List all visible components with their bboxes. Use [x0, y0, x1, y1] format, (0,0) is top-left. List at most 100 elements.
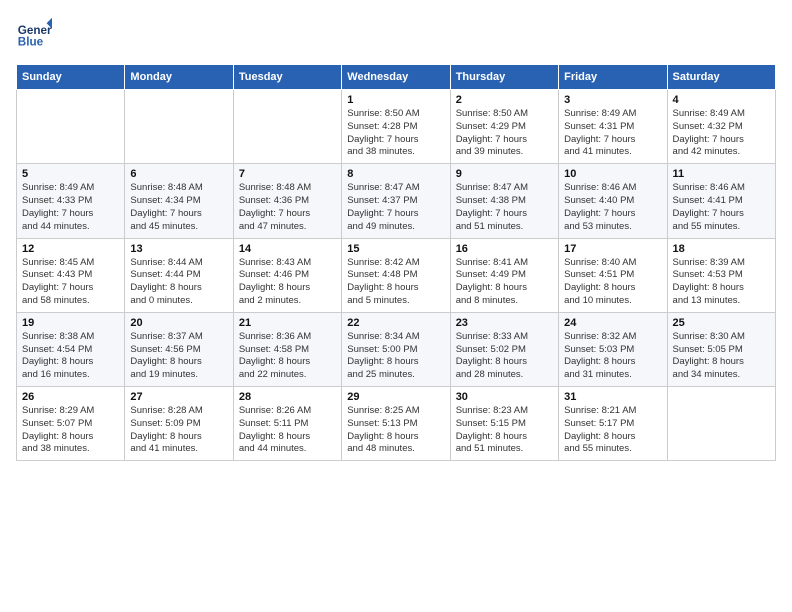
calendar-cell: 18 Sunrise: 8:39 AM Sunset: 4:53 PM Dayli… [667, 238, 775, 312]
day-number: 25 [673, 317, 770, 329]
calendar-cell: 21 Sunrise: 8:36 AM Sunset: 4:58 PM Dayli… [233, 312, 341, 386]
calendar-cell: 4Sunrise: 8:49 AM Sunset: 4:32 PM Daylig… [667, 90, 775, 164]
day-number: 23 [456, 317, 553, 329]
day-info: Sunrise: 8:36 AM Sunset: 4:58 PM Dayligh… [239, 331, 336, 382]
day-number: 3 [564, 94, 661, 106]
calendar-cell [667, 387, 775, 461]
week-row-2: 5 Sunrise: 8:49 AM Sunset: 4:33 PM Daylig… [17, 164, 776, 238]
calendar-cell: 17Sunrise: 8:40 AM Sunset: 4:51 PM Dayli… [559, 238, 667, 312]
calendar-cell: 31Sunrise: 8:21 AM Sunset: 5:17 PM Dayli… [559, 387, 667, 461]
calendar-cell: 28 Sunrise: 8:26 AM Sunset: 5:11 PM Dayli… [233, 387, 341, 461]
day-info: Sunrise: 8:44 AM Sunset: 4:44 PM Dayligh… [130, 257, 227, 308]
day-number: 12 [22, 243, 119, 255]
calendar-cell: 8 Sunrise: 8:47 AM Sunset: 4:37 PM Daylig… [342, 164, 450, 238]
day-info: Sunrise: 8:25 AM Sunset: 5:13 PM Dayligh… [347, 405, 444, 456]
day-info: Sunrise: 8:47 AM Sunset: 4:38 PM Dayligh… [456, 182, 553, 233]
weekday-header-row: SundayMondayTuesdayWednesdayThursdayFrid… [17, 65, 776, 90]
weekday-wednesday: Wednesday [342, 65, 450, 90]
weekday-saturday: Saturday [667, 65, 775, 90]
day-number: 5 [22, 168, 119, 180]
day-number: 9 [456, 168, 553, 180]
day-info: Sunrise: 8:46 AM Sunset: 4:41 PM Dayligh… [673, 182, 770, 233]
day-number: 10 [564, 168, 661, 180]
day-number: 28 [239, 391, 336, 403]
day-number: 2 [456, 94, 553, 106]
day-number: 21 [239, 317, 336, 329]
day-info: Sunrise: 8:48 AM Sunset: 4:36 PM Dayligh… [239, 182, 336, 233]
week-row-3: 12 Sunrise: 8:45 AM Sunset: 4:43 PM Dayli… [17, 238, 776, 312]
day-info: Sunrise: 8:37 AM Sunset: 4:56 PM Dayligh… [130, 331, 227, 382]
weekday-friday: Friday [559, 65, 667, 90]
calendar-cell: 30 Sunrise: 8:23 AM Sunset: 5:15 PM Dayli… [450, 387, 558, 461]
week-row-1: 1 Sunrise: 8:50 AM Sunset: 4:28 PM Daylig… [17, 90, 776, 164]
calendar-cell: 13 Sunrise: 8:44 AM Sunset: 4:44 PM Dayli… [125, 238, 233, 312]
day-info: Sunrise: 8:29 AM Sunset: 5:07 PM Dayligh… [22, 405, 119, 456]
day-info: Sunrise: 8:40 AM Sunset: 4:51 PM Dayligh… [564, 257, 661, 308]
day-number: 19 [22, 317, 119, 329]
day-info: Sunrise: 8:48 AM Sunset: 4:34 PM Dayligh… [130, 182, 227, 233]
day-number: 8 [347, 168, 444, 180]
weekday-tuesday: Tuesday [233, 65, 341, 90]
day-number: 11 [673, 168, 770, 180]
day-number: 18 [673, 243, 770, 255]
day-info: Sunrise: 8:47 AM Sunset: 4:37 PM Dayligh… [347, 182, 444, 233]
calendar-cell: 6 Sunrise: 8:48 AM Sunset: 4:34 PM Daylig… [125, 164, 233, 238]
calendar-cell: 22 Sunrise: 8:34 AM Sunset: 5:00 PM Dayli… [342, 312, 450, 386]
calendar-cell: 5 Sunrise: 8:49 AM Sunset: 4:33 PM Daylig… [17, 164, 125, 238]
calendar-table: SundayMondayTuesdayWednesdayThursdayFrid… [16, 64, 776, 461]
calendar-cell: 16Sunrise: 8:41 AM Sunset: 4:49 PM Dayli… [450, 238, 558, 312]
day-number: 15 [347, 243, 444, 255]
calendar-cell: 14 Sunrise: 8:43 AM Sunset: 4:46 PM Dayli… [233, 238, 341, 312]
day-info: Sunrise: 8:45 AM Sunset: 4:43 PM Dayligh… [22, 257, 119, 308]
logo: General Blue [16, 16, 56, 52]
svg-text:Blue: Blue [18, 36, 44, 49]
day-number: 29 [347, 391, 444, 403]
day-info: Sunrise: 8:32 AM Sunset: 5:03 PM Dayligh… [564, 331, 661, 382]
day-info: Sunrise: 8:30 AM Sunset: 5:05 PM Dayligh… [673, 331, 770, 382]
day-number: 13 [130, 243, 227, 255]
day-number: 27 [130, 391, 227, 403]
day-info: Sunrise: 8:39 AM Sunset: 4:53 PM Dayligh… [673, 257, 770, 308]
day-info: Sunrise: 8:28 AM Sunset: 5:09 PM Dayligh… [130, 405, 227, 456]
calendar-cell: 20 Sunrise: 8:37 AM Sunset: 4:56 PM Dayli… [125, 312, 233, 386]
weekday-monday: Monday [125, 65, 233, 90]
week-row-5: 26 Sunrise: 8:29 AM Sunset: 5:07 PM Dayli… [17, 387, 776, 461]
day-info: Sunrise: 8:50 AM Sunset: 4:28 PM Dayligh… [347, 108, 444, 159]
calendar-cell: 1 Sunrise: 8:50 AM Sunset: 4:28 PM Daylig… [342, 90, 450, 164]
day-number: 1 [347, 94, 444, 106]
day-info: Sunrise: 8:49 AM Sunset: 4:31 PM Dayligh… [564, 108, 661, 159]
day-number: 22 [347, 317, 444, 329]
day-number: 30 [456, 391, 553, 403]
calendar-cell [125, 90, 233, 164]
weekday-sunday: Sunday [17, 65, 125, 90]
day-number: 20 [130, 317, 227, 329]
day-info: Sunrise: 8:33 AM Sunset: 5:02 PM Dayligh… [456, 331, 553, 382]
calendar-cell: 7Sunrise: 8:48 AM Sunset: 4:36 PM Daylig… [233, 164, 341, 238]
calendar-cell [233, 90, 341, 164]
day-info: Sunrise: 8:41 AM Sunset: 4:49 PM Dayligh… [456, 257, 553, 308]
calendar-cell: 27 Sunrise: 8:28 AM Sunset: 5:09 PM Dayli… [125, 387, 233, 461]
calendar-cell: 24Sunrise: 8:32 AM Sunset: 5:03 PM Dayli… [559, 312, 667, 386]
day-info: Sunrise: 8:26 AM Sunset: 5:11 PM Dayligh… [239, 405, 336, 456]
day-info: Sunrise: 8:50 AM Sunset: 4:29 PM Dayligh… [456, 108, 553, 159]
day-info: Sunrise: 8:34 AM Sunset: 5:00 PM Dayligh… [347, 331, 444, 382]
logo-icon: General Blue [16, 16, 52, 52]
day-number: 26 [22, 391, 119, 403]
calendar-cell: 26 Sunrise: 8:29 AM Sunset: 5:07 PM Dayli… [17, 387, 125, 461]
day-info: Sunrise: 8:21 AM Sunset: 5:17 PM Dayligh… [564, 405, 661, 456]
day-info: Sunrise: 8:23 AM Sunset: 5:15 PM Dayligh… [456, 405, 553, 456]
day-info: Sunrise: 8:46 AM Sunset: 4:40 PM Dayligh… [564, 182, 661, 233]
page-header: General Blue [16, 16, 776, 52]
week-row-4: 19 Sunrise: 8:38 AM Sunset: 4:54 PM Dayli… [17, 312, 776, 386]
calendar-cell: 10 Sunrise: 8:46 AM Sunset: 4:40 PM Dayli… [559, 164, 667, 238]
day-info: Sunrise: 8:49 AM Sunset: 4:33 PM Dayligh… [22, 182, 119, 233]
calendar-cell: 15Sunrise: 8:42 AM Sunset: 4:48 PM Dayli… [342, 238, 450, 312]
calendar-cell: 25 Sunrise: 8:30 AM Sunset: 5:05 PM Dayli… [667, 312, 775, 386]
day-info: Sunrise: 8:43 AM Sunset: 4:46 PM Dayligh… [239, 257, 336, 308]
day-info: Sunrise: 8:38 AM Sunset: 4:54 PM Dayligh… [22, 331, 119, 382]
day-number: 4 [673, 94, 770, 106]
calendar-cell [17, 90, 125, 164]
calendar-cell: 12 Sunrise: 8:45 AM Sunset: 4:43 PM Dayli… [17, 238, 125, 312]
day-number: 6 [130, 168, 227, 180]
day-number: 14 [239, 243, 336, 255]
